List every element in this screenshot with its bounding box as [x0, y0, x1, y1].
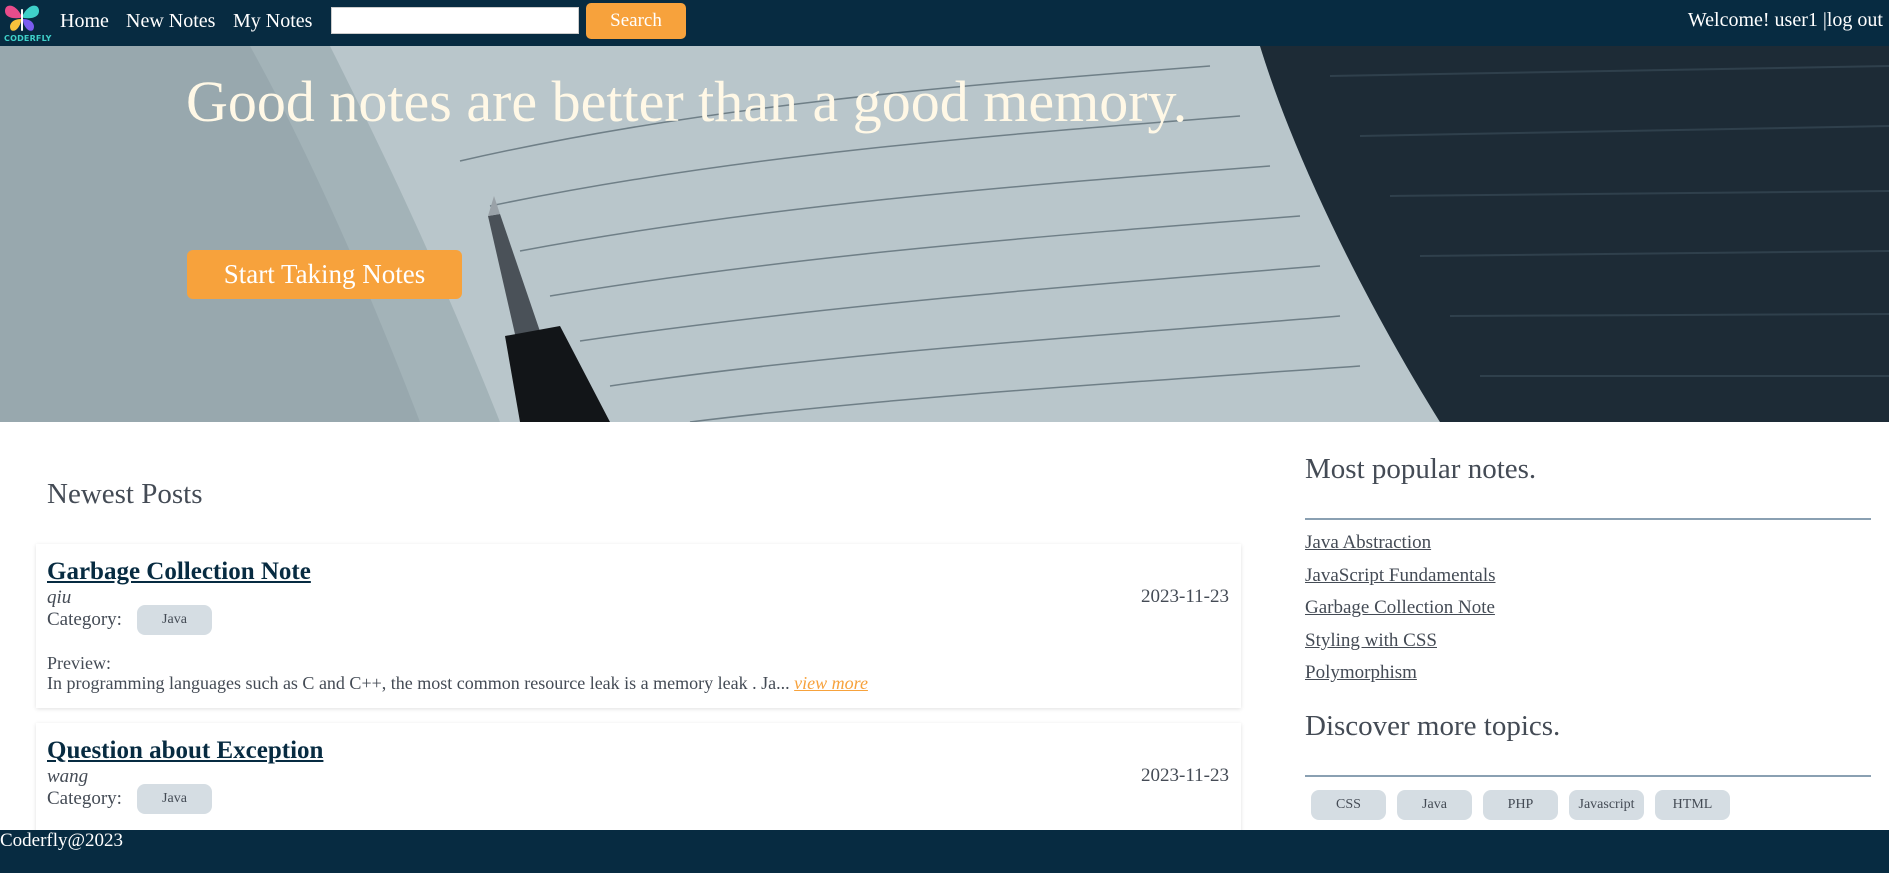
topic-tag[interactable]: HTML [1655, 790, 1730, 820]
preview-content: In programming languages such as C and C… [47, 673, 790, 693]
post-card: Garbage Collection Note qiu 2023-11-23 C… [36, 544, 1241, 708]
topic-tag[interactable]: Java [1397, 790, 1472, 820]
category-tag[interactable]: Java [137, 605, 212, 635]
category-label: Category: [47, 788, 122, 809]
topic-tag[interactable]: CSS [1311, 790, 1386, 820]
nav-new-notes-link[interactable]: New Notes [126, 10, 215, 33]
popular-note-link[interactable]: Garbage Collection Note [1305, 597, 1495, 619]
post-author: qiu [47, 587, 72, 608]
footer: Coderfly@2023 [0, 830, 1889, 873]
nav-home-link[interactable]: Home [60, 10, 109, 33]
topic-tag[interactable]: PHP [1483, 790, 1558, 820]
coderfly-logo[interactable]: CODERFLY [2, 1, 51, 45]
post-date: 2023-11-23 [1141, 765, 1229, 786]
divider [1305, 775, 1871, 777]
post-date: 2023-11-23 [1141, 586, 1229, 607]
logo-text: CODERFLY [4, 34, 52, 43]
top-nav: CODERFLY Home New Notes My Notes Search … [0, 0, 1889, 46]
preview-text: In programming languages such as C and C… [47, 673, 868, 694]
popular-note-link[interactable]: Polymorphism [1305, 662, 1417, 684]
divider [1305, 518, 1871, 520]
category-tag[interactable]: Java [137, 784, 212, 814]
category-label: Category: [47, 609, 122, 630]
post-title-link[interactable]: Question about Exception [47, 737, 323, 765]
popular-note-link[interactable]: Styling with CSS [1305, 630, 1437, 652]
nav-my-notes-link[interactable]: My Notes [233, 10, 312, 33]
footer-copyright: Coderfly@2023 [0, 830, 124, 851]
post-card: Question about Exception wang 2023-11-23… [36, 723, 1241, 843]
hero-title: Good notes are better than a good memory… [186, 69, 1188, 134]
newest-posts-heading: Newest Posts [47, 478, 203, 510]
view-more-link[interactable]: view more [794, 673, 868, 693]
popular-note-link[interactable]: Java Abstraction [1305, 532, 1431, 554]
post-author: wang [47, 766, 89, 787]
search-input[interactable] [331, 7, 579, 34]
topic-tag[interactable]: Javascript [1569, 790, 1644, 820]
start-taking-notes-button[interactable]: Start Taking Notes [187, 250, 462, 299]
popular-note-link[interactable]: JavaScript Fundamentals [1305, 565, 1496, 587]
preview-label: Preview: [47, 653, 111, 673]
welcome-logout[interactable]: Welcome! user1 |log out [1688, 9, 1883, 32]
most-popular-heading: Most popular notes. [1305, 453, 1537, 485]
butterfly-icon [5, 5, 39, 31]
post-title-link[interactable]: Garbage Collection Note [47, 558, 311, 586]
discover-topics-heading: Discover more topics. [1305, 710, 1561, 742]
search-button[interactable]: Search [586, 3, 686, 39]
hero-banner: Good notes are better than a good memory… [0, 46, 1889, 422]
